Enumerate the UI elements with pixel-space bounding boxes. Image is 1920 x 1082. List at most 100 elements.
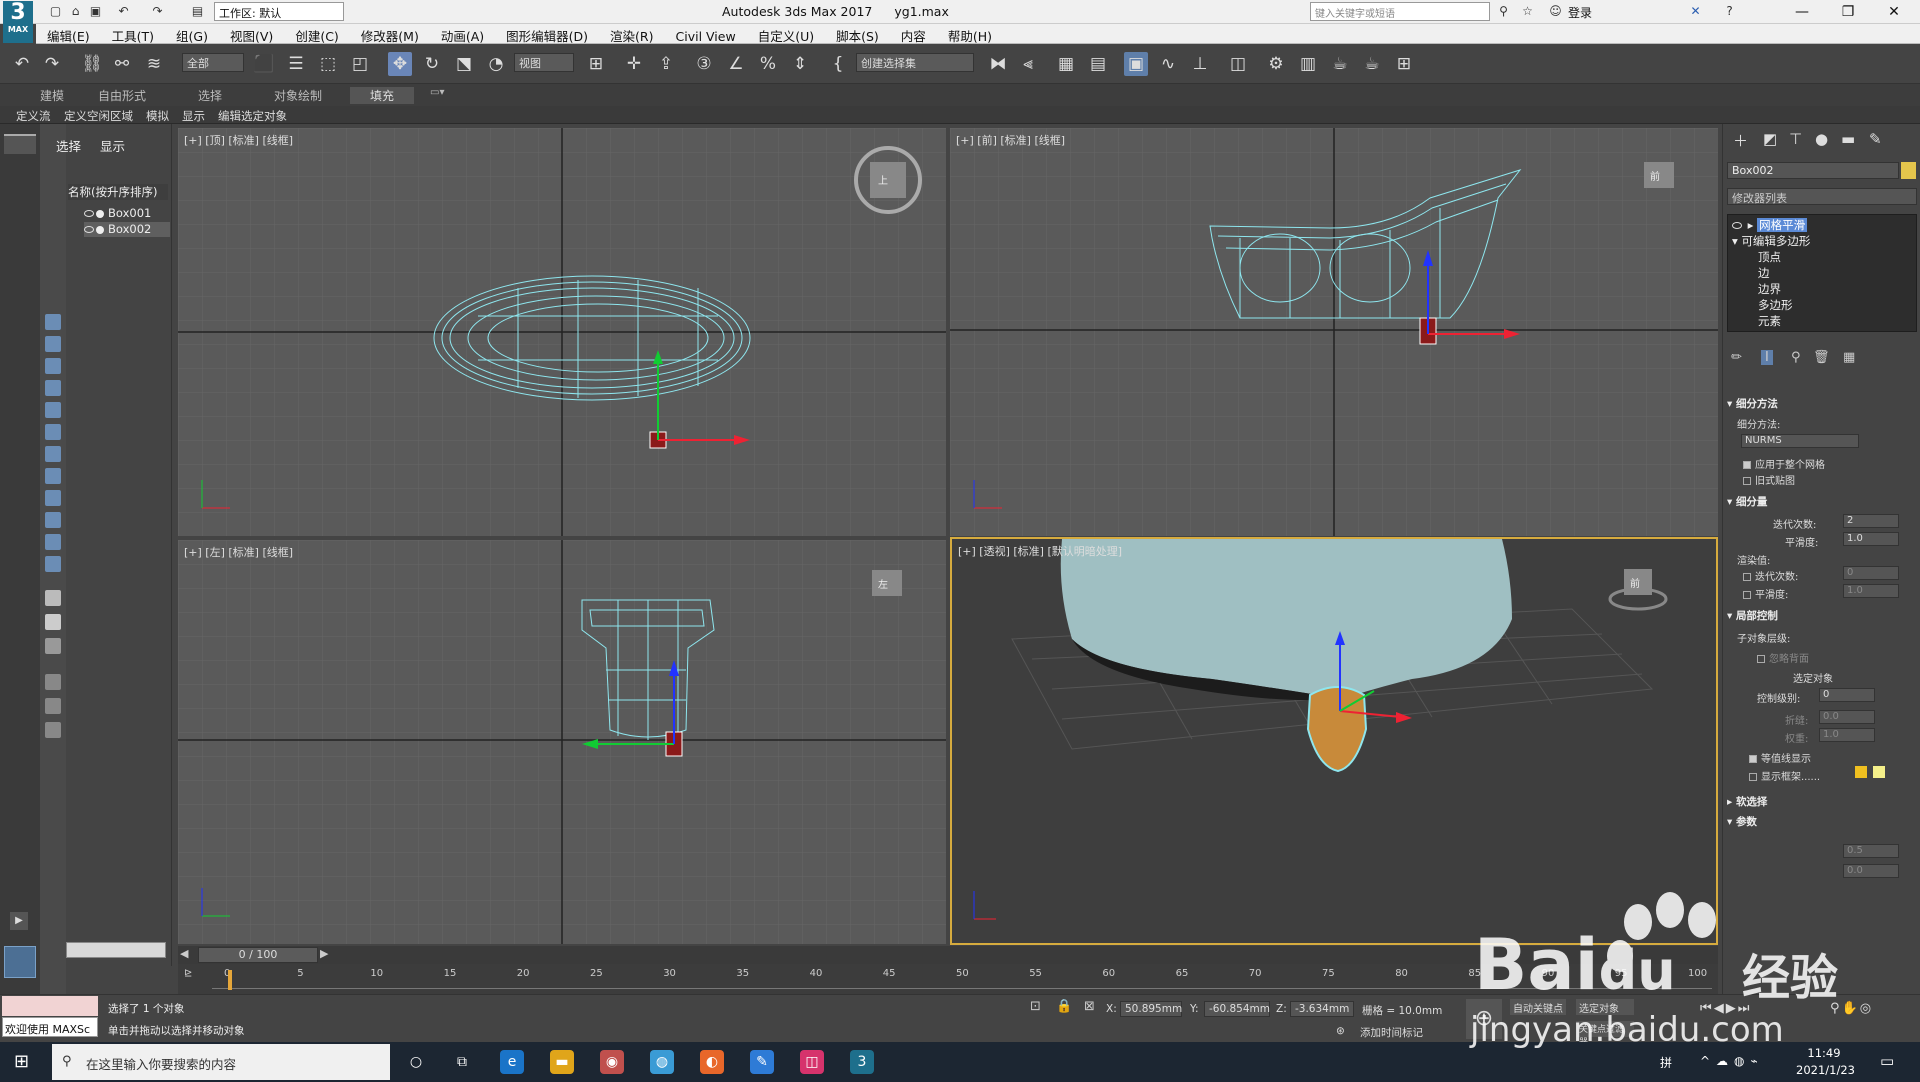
named-selection-dropdown[interactable]: 创建选择集 (856, 53, 974, 72)
explorer-tab-select[interactable]: 选择 (56, 136, 81, 155)
current-frame-marker[interactable] (228, 970, 232, 990)
maxscript-mini-listener[interactable]: 欢迎使用 MAXSc (2, 1017, 98, 1037)
stack-item-element[interactable]: 元素 (1758, 313, 1781, 329)
layout-tab[interactable] (4, 134, 36, 154)
viewcube-label[interactable]: 前 (1630, 575, 1640, 590)
menu-animation[interactable]: 动画(A) (430, 24, 495, 45)
menu-edit[interactable]: 编辑(E) (36, 24, 101, 45)
stack-item-edge[interactable]: 边 (1758, 265, 1770, 281)
viewport-label[interactable]: [+] [前] [标准] [线框] (956, 132, 1065, 148)
select-object-icon[interactable]: ⬛ (252, 52, 276, 76)
filter-shapes-icon[interactable] (45, 336, 61, 352)
select-place-icon[interactable]: ◔ (484, 52, 508, 76)
undo-icon[interactable]: ↶ (10, 52, 34, 76)
new-file-icon[interactable]: ▢ (48, 4, 63, 19)
filter-groups-icon[interactable] (45, 446, 61, 462)
isoline-display-checkbox[interactable]: 等值线显示 (1749, 750, 1811, 765)
tab-object-paint[interactable]: 对象绘制 (274, 87, 322, 104)
visibility-icon[interactable] (84, 210, 94, 217)
filter-lights-icon[interactable] (45, 358, 61, 374)
render-iterations-checkbox[interactable]: 迭代次数: (1743, 568, 1798, 583)
section-local-control[interactable]: ▾ 局部控制 (1727, 608, 1917, 624)
smoothness-spinner[interactable]: 1.0 (1843, 532, 1899, 546)
render-cloud-icon[interactable]: ⊞ (1392, 52, 1416, 76)
display-tab-icon[interactable]: ▬ (1841, 130, 1855, 148)
viewport-left[interactable]: [+] [左] [标准] [线框] 左 (178, 540, 946, 944)
edit-selected-button[interactable]: 编辑选定对象 (218, 108, 287, 124)
app-icon-2[interactable]: ◍ (650, 1050, 674, 1074)
find-icon[interactable] (45, 698, 61, 714)
angle-snap-icon[interactable]: ∠ (724, 52, 748, 76)
hierarchy-tab-icon[interactable]: ⊤ (1789, 130, 1802, 148)
simulate-button[interactable]: 模拟 (146, 108, 169, 124)
windows-start-icon[interactable]: ⊞ (14, 1052, 34, 1072)
help-icon[interactable]: ? (1722, 4, 1737, 19)
filter-hidden-icon[interactable] (45, 556, 61, 572)
subdiv-method-dropdown[interactable]: NURMS (1741, 434, 1859, 448)
redo-icon[interactable]: ↷ (150, 4, 165, 19)
viewport-top[interactable]: [+] [顶] [标准] [线框] 上 (178, 128, 946, 536)
tab-freeform[interactable]: 自由形式 (98, 87, 146, 104)
ref-coord-dropdown[interactable]: 视图 (514, 53, 574, 72)
keyboard-shortcut-icon[interactable]: ⇪ (654, 52, 678, 76)
isolate-icon[interactable]: ⊡ (1030, 999, 1041, 1014)
app-icon-4[interactable]: ◫ (800, 1050, 824, 1074)
app-logo[interactable]: 3 MAX (3, 1, 33, 43)
stack-item-meshsmooth[interactable]: ▸ 网格平滑 (1732, 217, 1912, 233)
menu-scripting[interactable]: 脚本(S) (825, 24, 890, 45)
viewport-label[interactable]: [+] [顶] [标准] [线框] (184, 132, 293, 148)
menu-graph-editors[interactable]: 图形编辑器(D) (495, 24, 599, 45)
object-name-field[interactable]: Box002 (1727, 162, 1899, 179)
param-spinner-a[interactable]: 0.5 (1843, 844, 1899, 858)
open-file-icon[interactable]: ⌂ (68, 4, 83, 19)
tray-icons[interactable]: ^☁◍⌁ (1700, 1054, 1764, 1068)
window-crossing-icon[interactable]: ◰ (348, 52, 372, 76)
bind-spacewarp-icon[interactable]: ≋ (142, 52, 166, 76)
tab-modeling[interactable]: 建模 (40, 87, 64, 104)
edit-named-selection-icon[interactable]: { (826, 52, 850, 76)
section-parameters[interactable]: ▾ 参数 (1727, 814, 1917, 830)
schematic-view-icon[interactable]: ⊥ (1188, 52, 1212, 76)
ime-icon[interactable]: 拼 (1660, 1054, 1672, 1071)
cage-color-1[interactable] (1855, 766, 1867, 778)
scene-item-box002[interactable]: Box002 (84, 222, 170, 237)
modify-tab-icon[interactable]: ◩ (1763, 130, 1777, 148)
cage-color-2[interactable] (1873, 766, 1885, 778)
control-level-spinner[interactable]: 0 (1819, 688, 1875, 702)
add-time-tag-icon[interactable]: ⊛ (1336, 1025, 1345, 1037)
menu-tools[interactable]: 工具(T) (101, 24, 165, 45)
select-by-name-icon[interactable]: ☰ (284, 52, 308, 76)
undo-icon[interactable]: ↶ (116, 4, 131, 19)
rendered-frame-icon[interactable]: ▥ (1296, 52, 1320, 76)
notification-icon[interactable]: ▭ (1880, 1052, 1894, 1070)
explorer-hscroll[interactable] (66, 942, 166, 958)
section-subdivision-method[interactable]: ▾ 细分方法 (1727, 396, 1917, 412)
stack-item-vertex[interactable]: 顶点 (1758, 249, 1781, 265)
explorer-settings-icon[interactable] (45, 722, 61, 738)
star-icon[interactable]: ☆ (1520, 4, 1535, 19)
layout-quad-icon[interactable] (4, 946, 36, 978)
configure-sets-icon[interactable]: ▦ (1843, 350, 1855, 365)
ribbon-options-icon[interactable]: ▭▾ (430, 87, 444, 98)
viewcube-label[interactable]: 上 (878, 172, 888, 187)
weight-spinner[interactable]: 1.0 (1819, 728, 1875, 742)
viewport-label[interactable]: [+] [左] [标准] [线框] (184, 544, 293, 560)
object-color-swatch[interactable] (1901, 162, 1916, 179)
stack-item-border[interactable]: 边界 (1758, 281, 1781, 297)
taskbar-clock[interactable]: 11:49 2021/1/23 (1796, 1045, 1855, 1079)
create-tab-icon[interactable]: ＋ (1733, 130, 1748, 151)
select-scale-icon[interactable]: ⬔ (452, 52, 476, 76)
percent-snap-icon[interactable]: % (756, 52, 780, 76)
utilities-tab-icon[interactable]: ✎ (1869, 130, 1882, 148)
app-icon-3[interactable]: ✎ (750, 1050, 774, 1074)
menu-help[interactable]: 帮助(H) (937, 24, 1003, 45)
select-manipulate-icon[interactable]: ✛ (622, 52, 646, 76)
menu-customize[interactable]: 自定义(U) (747, 24, 825, 45)
filter-spacewarps-icon[interactable] (45, 424, 61, 440)
filter-geometry-icon[interactable] (45, 314, 61, 330)
save-icon[interactable]: ▣ (88, 4, 103, 19)
app-icon-1[interactable]: ◉ (600, 1050, 624, 1074)
render-smoothness-checkbox[interactable]: 平滑度: (1743, 586, 1788, 601)
workspace-dropdown[interactable]: 工作区: 默认 (214, 2, 344, 21)
snap-toggle-icon[interactable]: ③ (692, 52, 716, 76)
